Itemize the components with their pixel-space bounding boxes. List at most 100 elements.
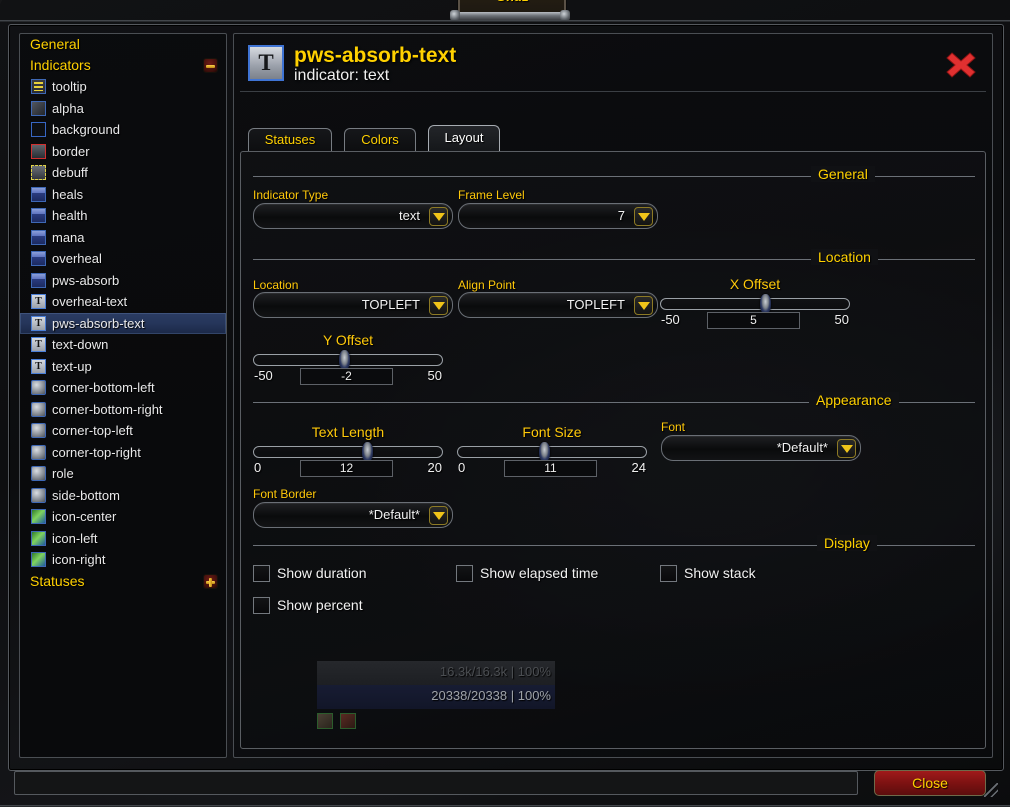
layout-tab-content: General Indicator Type text Frame Level … [240, 151, 986, 749]
indicator-tree-sidebar[interactable]: General Indicators tooltip alpha backgroun… [19, 33, 227, 758]
expand-statuses-icon[interactable] [203, 573, 218, 589]
sidebar-item-overheal[interactable]: overheal [20, 248, 226, 270]
section-title-appearance: Appearance [809, 392, 899, 408]
x-offset-input[interactable]: 5 [707, 312, 800, 329]
sidebar-item-alpha[interactable]: alpha [20, 98, 226, 120]
sidebar-item-tooltip[interactable]: tooltip [20, 76, 226, 98]
location-dropdown[interactable]: TOPLEFT [253, 292, 453, 318]
sidebar-item-corner-bottom-right[interactable]: corner-bottom-right [20, 399, 226, 421]
font-dropdown[interactable]: *Default* [661, 435, 861, 461]
sidebar-group-indicators[interactable]: Indicators [20, 55, 226, 76]
show-elapsed-time-label[interactable]: Show elapsed time [480, 565, 598, 582]
bar-icon [31, 272, 46, 288]
text-icon: T [31, 315, 46, 331]
font-border-dropdown[interactable]: *Default* [253, 502, 453, 528]
bar-icon [31, 251, 46, 266]
chevron-down-icon[interactable] [634, 207, 653, 226]
font-size-min: 0 [458, 460, 466, 475]
sidebar-item-label: icon-center [52, 509, 117, 524]
sidebar-item-text-down[interactable]: Ttext-down [20, 334, 226, 356]
image-icon [31, 530, 46, 546]
frame-level-value: 7 [617, 208, 625, 223]
sidebar-item-text-up[interactable]: Ttext-up [20, 356, 226, 378]
chevron-down-icon[interactable] [634, 296, 653, 315]
top-divider [0, 20, 1010, 22]
indicator-type-dropdown[interactable]: text [253, 203, 453, 229]
chevron-down-icon[interactable] [837, 439, 856, 458]
sidebar-item-mana[interactable]: mana [20, 227, 226, 249]
sidebar-item-border[interactable]: border [20, 141, 226, 163]
sidebar-item-icon-center[interactable]: icon-center [20, 506, 226, 528]
text-length-input[interactable]: 12 [300, 460, 393, 477]
collapse-indicators-icon[interactable] [203, 58, 218, 73]
tab-layout[interactable]: Layout [428, 125, 500, 151]
sidebar-item-label: text-up [52, 358, 92, 374]
sidebar-item-health[interactable]: health [20, 205, 226, 227]
location-value: TOPLEFT [361, 297, 420, 312]
sidebar-item-label: corner-bottom-right [52, 401, 163, 417]
text-indicator-icon: T [248, 45, 284, 81]
y-offset-thumb[interactable] [339, 350, 350, 370]
font-size-input[interactable]: 11 [504, 460, 597, 477]
sidebar-item-role[interactable]: role [20, 463, 226, 485]
sidebar-group-statuses[interactable]: Statuses [20, 571, 226, 592]
sidebar-item-label: debuff [52, 165, 88, 180]
image-icon [31, 509, 46, 524]
font-size-thumb[interactable] [539, 442, 550, 462]
sidebar-item-corner-bottom-left[interactable]: corner-bottom-left [20, 377, 226, 399]
sidebar-item-side-bottom[interactable]: side-bottom [20, 485, 226, 507]
show-duration-checkbox[interactable] [253, 565, 270, 582]
alpha-icon [31, 100, 46, 116]
sidebar-item-overheal-text[interactable]: Toverheal-text [20, 291, 226, 313]
preview-bar-bottom: 20338/20338 | 100% [317, 685, 555, 709]
sidebar-item-label: background [52, 122, 120, 137]
ghdz-divider-bar [450, 10, 570, 21]
close-button[interactable]: Close [874, 770, 986, 796]
x-offset-thumb[interactable] [760, 294, 771, 314]
sidebar-item-debuff[interactable]: debuff [20, 162, 226, 184]
sidebar-group-general[interactable]: General [20, 34, 226, 55]
x-offset-track[interactable] [660, 298, 850, 310]
status-input[interactable] [14, 771, 858, 795]
show-elapsed-time-checkbox[interactable] [456, 565, 473, 582]
tab-statuses[interactable]: Statuses [248, 128, 332, 151]
text-length-thumb[interactable] [362, 442, 373, 462]
sidebar-item-background[interactable]: background [20, 119, 226, 141]
chevron-down-icon[interactable] [429, 296, 448, 315]
sidebar-item-pws-absorb[interactable]: pws-absorb [20, 270, 226, 292]
preview-bar-top-text: 16.3k/16.3k | 100% [439, 664, 551, 679]
font-size-track[interactable] [457, 446, 647, 458]
sidebar-item-label: text-down [52, 337, 109, 352]
sidebar-item-label: role [52, 466, 74, 481]
corner-icon [31, 444, 46, 460]
y-offset-input[interactable]: -2 [300, 368, 393, 385]
sidebar-item-corner-top-left[interactable]: corner-top-left [20, 420, 226, 442]
sidebar-item-heals[interactable]: heals [20, 184, 226, 206]
text-length-track[interactable] [253, 446, 443, 458]
sidebar-item-pws-absorb-text[interactable]: Tpws-absorb-text [20, 312, 226, 334]
background-icon [31, 122, 46, 137]
chevron-down-icon[interactable] [429, 506, 448, 525]
sidebar-item-label: corner-top-right [52, 444, 141, 460]
preview-bar-top: 16.3k/16.3k | 100% [317, 661, 555, 685]
sidebar-item-icon-right[interactable]: icon-right [20, 549, 226, 571]
sidebar-item-icon-left[interactable]: icon-left [20, 528, 226, 550]
show-duration-label[interactable]: Show duration [277, 565, 367, 582]
sidebar-item-label: alpha [52, 100, 84, 116]
align-point-dropdown[interactable]: TOPLEFT [458, 292, 658, 318]
frame-level-dropdown[interactable]: 7 [458, 203, 658, 229]
corner-icon [31, 380, 46, 395]
show-stack-label[interactable]: Show stack [684, 565, 756, 582]
text-icon: T [31, 294, 46, 309]
close-icon[interactable] [944, 48, 978, 82]
show-stack-checkbox[interactable] [660, 565, 677, 582]
sidebar-item-corner-top-right[interactable]: corner-top-right [20, 442, 226, 464]
chevron-down-icon[interactable] [429, 207, 448, 226]
show-percent-label[interactable]: Show percent [277, 597, 363, 614]
tab-colors[interactable]: Colors [344, 128, 416, 151]
frame-level-label: Frame Level [458, 188, 525, 202]
tooltip-icon [31, 79, 46, 94]
sidebar-item-label: overheal-text [52, 294, 128, 309]
show-percent-checkbox[interactable] [253, 597, 270, 614]
resize-grip[interactable] [984, 783, 998, 797]
